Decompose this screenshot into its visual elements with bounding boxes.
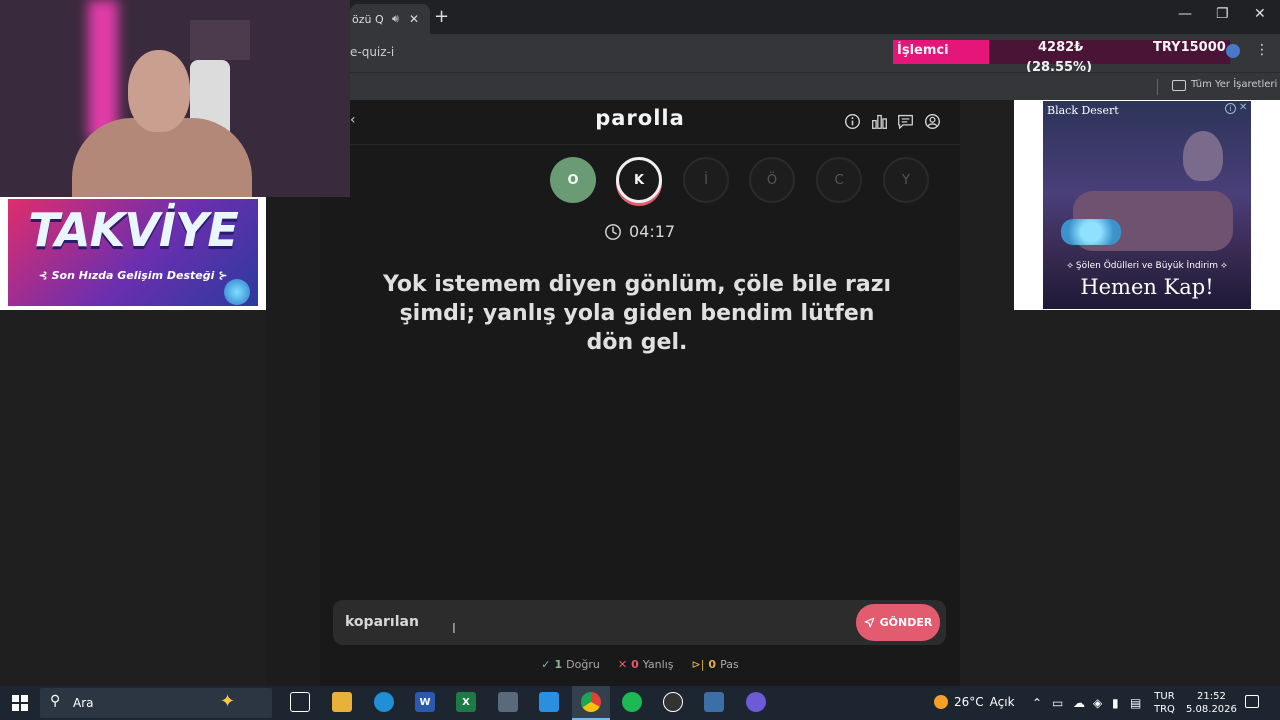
ad-artwork[interactable]: Black Desert i ✕ ⟡ Şölen Ödülleri ve Büy… — [1043, 101, 1251, 309]
promo-artwork: TAKVİYE ⊰ Son Hızda Gelişim Desteği ⊱ — [8, 199, 258, 306]
sparkle-icon: ✦ — [220, 691, 236, 712]
weather-temp: 26°C — [954, 695, 984, 709]
app-logo[interactable]: parolla — [520, 106, 760, 130]
neon-light — [88, 0, 118, 140]
microphone-icon[interactable]: ▮ — [1112, 696, 1119, 710]
sun-icon — [934, 695, 948, 709]
orb-icon — [224, 279, 250, 305]
language-indicator[interactable]: TUR TRQ — [1154, 690, 1175, 716]
question-text: Yok istemem diyen gönlüm, çöle bile razı… — [382, 272, 892, 355]
send-label: GÖNDER — [879, 616, 933, 629]
discord-icon[interactable] — [746, 692, 766, 712]
send-button[interactable]: GÖNDER — [856, 604, 940, 641]
bookmarks-divider — [1157, 79, 1158, 95]
letter-c: C — [816, 157, 862, 203]
screen: özü Q 🔊︎ ✕ + — ❐ ✕ e-quiz-i İşlemci 4282… — [0, 0, 1280, 720]
shield-icon[interactable]: ◈ — [1093, 696, 1102, 710]
back-icon[interactable]: ‹ — [350, 112, 356, 128]
ad-info-icon[interactable]: i — [1225, 103, 1236, 114]
clock[interactable]: 21:52 5.08.2026 — [1186, 690, 1237, 716]
close-window-icon[interactable]: ✕ — [1254, 6, 1266, 22]
cpu-currency: TRY15000 — [1153, 40, 1226, 55]
chevron-up-icon[interactable]: ⌃ — [1032, 696, 1042, 710]
store-icon[interactable] — [539, 692, 559, 712]
wall-posters — [190, 20, 250, 60]
ad-brand: Black Desert — [1047, 104, 1119, 117]
excel-icon[interactable]: X — [456, 692, 476, 712]
cross-icon: ✕ — [617, 658, 628, 671]
timer: 04:17 — [604, 222, 675, 241]
user-icon[interactable] — [924, 113, 941, 130]
skip-icon: ⊳| — [691, 658, 705, 671]
letter-o-umlaut: Ö — [749, 157, 795, 203]
word-icon[interactable]: W — [415, 692, 435, 712]
send-icon — [864, 617, 875, 628]
ad-orbs — [1061, 219, 1121, 245]
edge-icon[interactable] — [374, 692, 394, 712]
obs-icon[interactable] — [663, 692, 683, 712]
promo-subtitle: ⊰ Son Hızda Gelişim Desteği ⊱ — [38, 269, 228, 282]
promo-title: TAKVİYE — [28, 203, 239, 257]
tab-close-icon[interactable]: ✕ — [409, 12, 419, 26]
letter-o: O — [550, 157, 596, 203]
answer-box: GÖNDER — [333, 600, 946, 645]
windows-start-icon[interactable] — [12, 695, 28, 711]
search-label: Ara — [73, 696, 94, 710]
right-gutter — [1014, 310, 1280, 686]
search-icon: ⚲ — [50, 693, 61, 709]
score-stats: ✓ 1 Doğru ✕ 0 Yanlış ⊳| 0 Pas — [320, 658, 960, 671]
cpu-value: 4282₺ — [1038, 40, 1084, 55]
letter-k: K — [616, 157, 662, 203]
letter-i: İ — [683, 157, 729, 203]
header-divider — [350, 144, 960, 145]
weather-desc: Açık — [989, 695, 1015, 709]
promo-banner: TAKVİYE ⊰ Son Hızda Gelişim Desteği ⊱ — [0, 197, 266, 310]
clock-icon — [605, 223, 621, 240]
timer-value: 04:17 — [629, 222, 676, 241]
balloon-icon — [1183, 131, 1223, 181]
file-explorer-icon[interactable] — [332, 692, 352, 712]
webcam-overlay — [0, 0, 350, 197]
streamer-head — [128, 50, 190, 132]
address-bar[interactable]: e-quiz-i — [350, 45, 394, 59]
calculator-icon[interactable] — [498, 692, 518, 712]
stats-icon[interactable] — [871, 113, 888, 130]
stat-correct: ✓ 1 Doğru — [541, 658, 600, 671]
bookmarks-folder-label[interactable]: Tüm Yer İşaretleri — [1191, 79, 1277, 90]
maximize-icon[interactable]: ❐ — [1216, 6, 1229, 22]
taskbar-search[interactable]: ⚲ Ara ✦ — [40, 688, 272, 718]
stat-wrong: ✕ 0 Yanlış — [617, 658, 674, 671]
minimize-icon[interactable]: — — [1178, 6, 1192, 22]
cpu-label: İşlemci — [897, 43, 949, 58]
feedback-icon[interactable] — [897, 113, 914, 130]
ad-cta[interactable]: Hemen Kap! — [1043, 275, 1251, 299]
notification-icon[interactable] — [1245, 695, 1259, 708]
battery-icon[interactable]: ▭ — [1052, 696, 1063, 710]
new-tab-icon[interactable]: + — [434, 6, 449, 27]
info-icon[interactable] — [844, 113, 861, 130]
ad-line1: ⟡ Şölen Ödülleri ve Büyük İndirim ⟡ — [1067, 261, 1227, 271]
globe-icon — [1226, 44, 1240, 58]
browser-tab[interactable]: özü Q 🔊︎ ✕ — [350, 4, 430, 34]
app-icon[interactable] — [704, 692, 724, 712]
ad-close-icon[interactable]: ✕ — [1239, 102, 1247, 113]
letter-y: Y — [883, 157, 929, 203]
folder-icon[interactable] — [1172, 80, 1186, 91]
task-view-icon[interactable] — [290, 692, 310, 712]
weather-widget[interactable]: 26°C Açık — [934, 695, 1015, 709]
text-cursor-icon: I — [452, 622, 456, 637]
spotify-icon[interactable] — [622, 692, 642, 712]
speaker-icon[interactable]: 🔊︎ — [392, 12, 399, 26]
browser-menu-icon[interactable]: ⋮ — [1255, 42, 1269, 58]
ad-banner[interactable]: Black Desert i ✕ ⟡ Şölen Ödülleri ve Büy… — [1014, 100, 1280, 310]
cloud-icon[interactable]: ☁ — [1073, 696, 1085, 710]
check-icon: ✓ — [541, 658, 551, 671]
chrome-icon[interactable] — [581, 692, 601, 712]
network-icon[interactable]: ▤ — [1130, 696, 1141, 710]
windows-taskbar: ⚲ Ara ✦ W X 26°C Açık ⌃ ▭ ☁ ◈ ▮ ▤ TUR TR… — [0, 686, 1280, 720]
tab-title: özü Q — [352, 12, 384, 26]
answer-input[interactable] — [345, 610, 845, 634]
stat-pass: ⊳| 0 Pas — [691, 658, 739, 671]
